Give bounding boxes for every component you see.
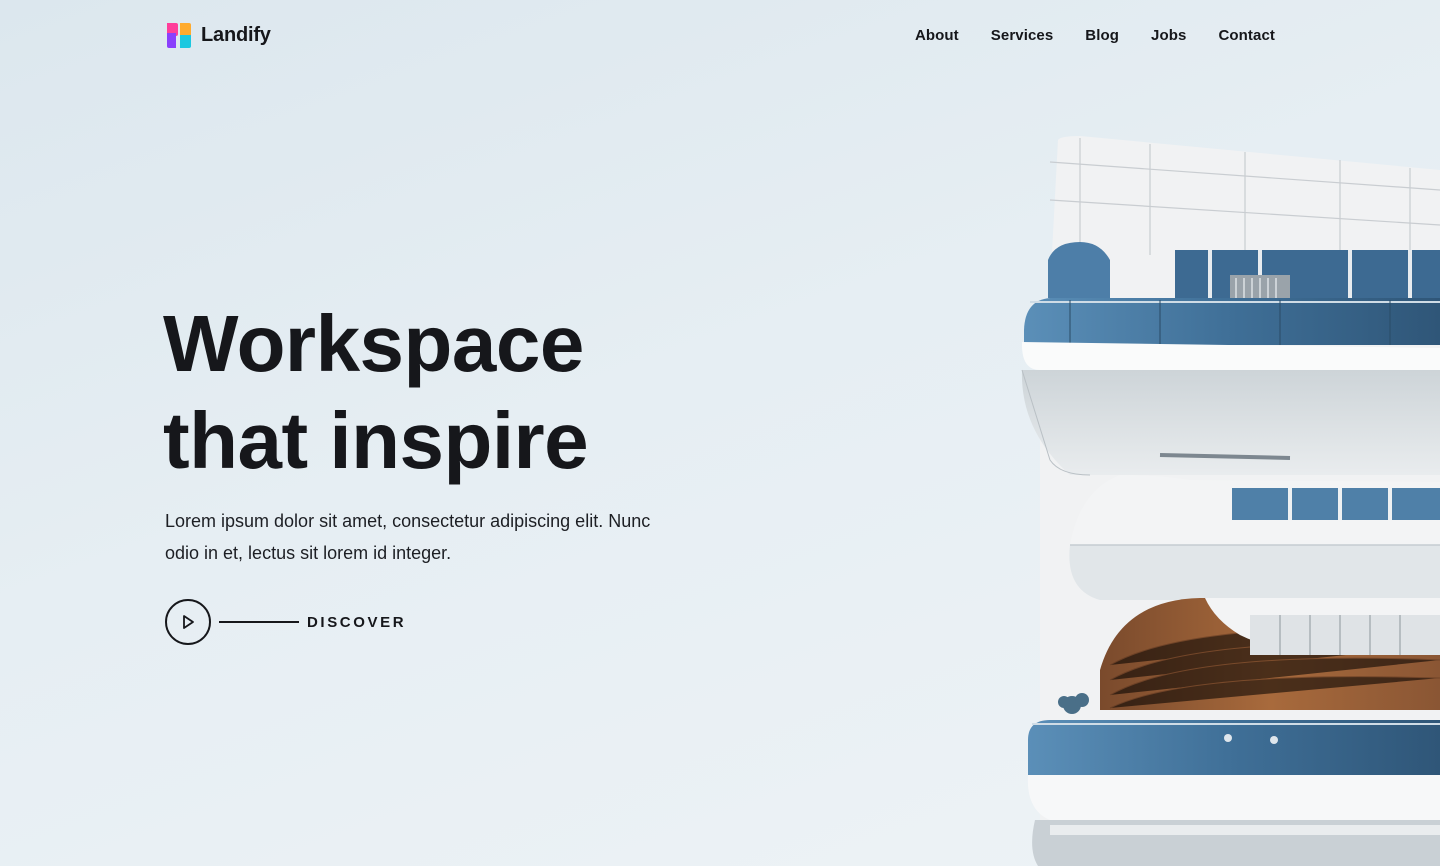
- nav-link-jobs[interactable]: Jobs: [1151, 27, 1186, 44]
- discover-button[interactable]: DISCOVER: [165, 599, 406, 645]
- discover-label: DISCOVER: [307, 613, 407, 631]
- nav-link-services[interactable]: Services: [991, 27, 1054, 44]
- nav-link-blog[interactable]: Blog: [1085, 27, 1119, 44]
- hero-title-line-2: that inspire: [163, 396, 589, 485]
- building-photo: [1021, 136, 1440, 866]
- hero-title: Workspace that inspire: [163, 295, 589, 489]
- brand-name: Landify: [201, 24, 271, 46]
- nav-link-contact[interactable]: Contact: [1218, 27, 1275, 44]
- play-button[interactable]: [165, 599, 211, 645]
- hero-description: Lorem ipsum dolor sit amet, consectetur …: [165, 511, 651, 563]
- landify-logo-icon: [167, 23, 191, 48]
- play-icon: [183, 615, 194, 629]
- brand-logo[interactable]: Landify: [165, 21, 271, 50]
- main-nav: About Services Blog Jobs Contact: [915, 27, 1275, 44]
- nav-link-about[interactable]: About: [915, 27, 959, 44]
- hero-title-line-1: Workspace: [163, 299, 584, 388]
- discover-divider-line: [219, 621, 299, 623]
